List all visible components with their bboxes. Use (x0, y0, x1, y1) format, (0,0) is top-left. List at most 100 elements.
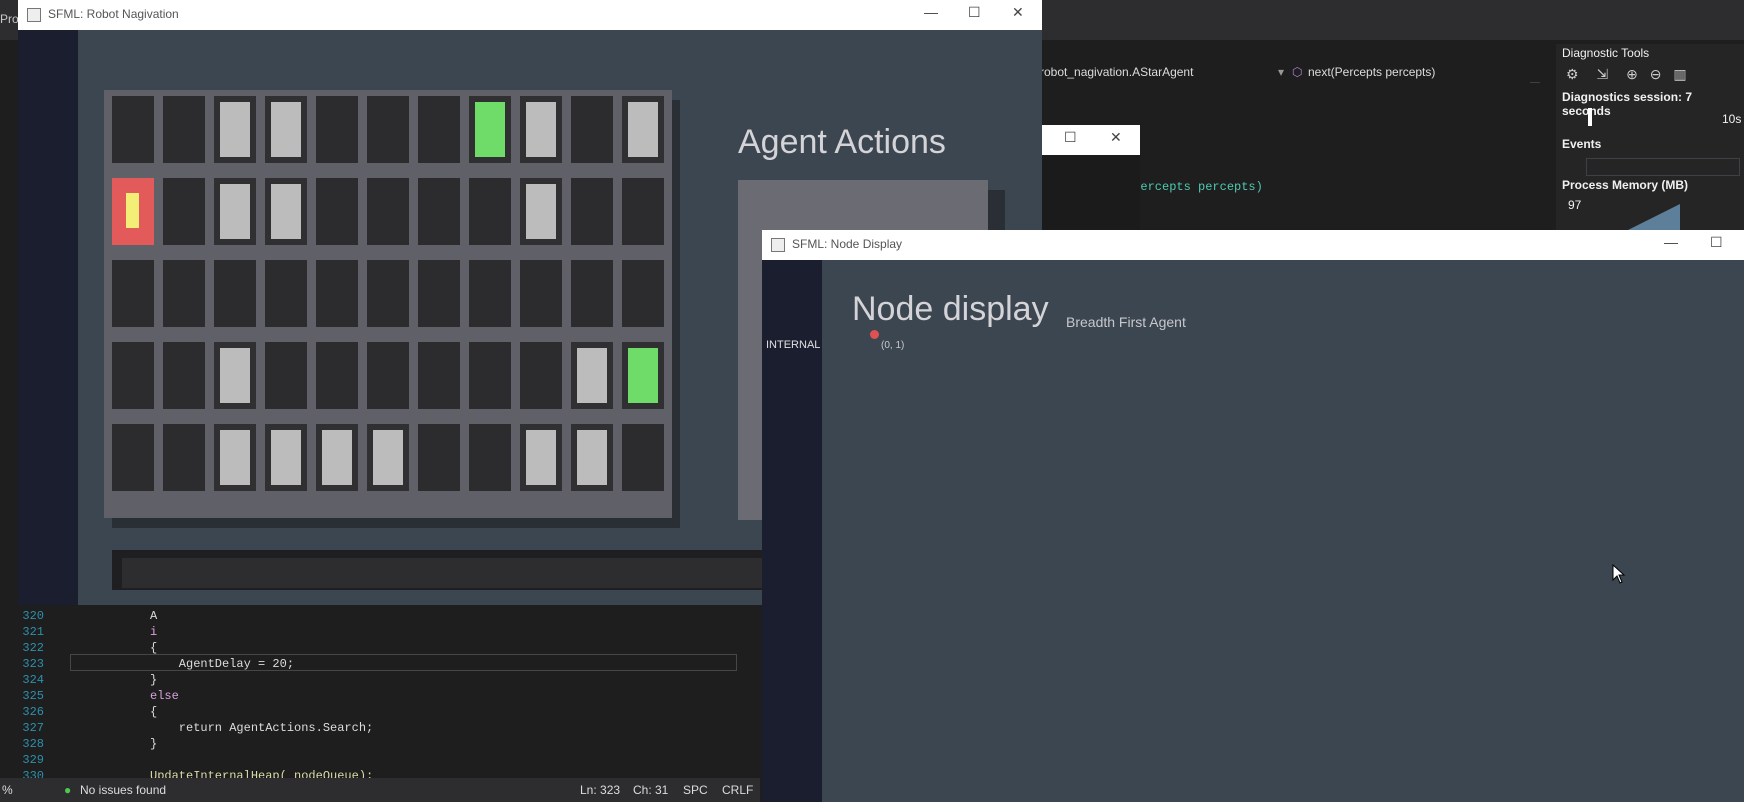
vs-line-gutter (0, 40, 20, 600)
zoom-in-icon[interactable]: ⊕ (1626, 66, 1638, 82)
grid-cell-agent (112, 178, 154, 245)
line-number: 328 (22, 737, 44, 751)
memory-label: Process Memory (MB) (1562, 178, 1689, 192)
grid-cell-empty (214, 260, 256, 327)
timeline-marker[interactable] (1588, 108, 1592, 126)
grid-cell-empty (367, 342, 409, 409)
window-title: SFML: Node Display (792, 237, 903, 251)
node-marker (870, 330, 879, 339)
col-indicator[interactable]: Ch: 31 (633, 783, 668, 797)
code-editor[interactable]: 320 A 321 i 322 { 323 AgentDelay = 20; 3… (0, 605, 760, 785)
grid-cell-empty (367, 260, 409, 327)
line-number: 327 (22, 721, 44, 735)
mouse-cursor-icon (1612, 564, 1626, 584)
background-window-title-bar: ☐ ✕ (1040, 125, 1140, 155)
grid-cell-empty (418, 260, 460, 327)
code-line: return AgentActions.Search; (150, 721, 374, 735)
grid-cell-wall (214, 424, 256, 491)
grid-cell-empty (316, 260, 358, 327)
close-icon[interactable]: ✕ (1012, 4, 1024, 21)
node-display-window: SFML: Node Display — ☐ INTERNAL Node dis… (762, 230, 1744, 802)
line-number: 320 (22, 609, 44, 623)
code-line: else (150, 689, 179, 703)
code-line: { (150, 641, 158, 655)
gear-icon[interactable]: ⚙ (1566, 66, 1579, 82)
line-number: 321 (22, 625, 44, 639)
grid-cell-wall (520, 96, 562, 163)
grid-cell-wall (214, 178, 256, 245)
grid-cell-goal (469, 96, 511, 163)
line-number: 324 (22, 673, 44, 687)
zoom-level[interactable]: % (2, 783, 13, 797)
grid-cell-empty (622, 260, 664, 327)
grid-cell-wall (316, 424, 358, 491)
code-line: { (150, 705, 158, 719)
grid-cell-empty (163, 342, 205, 409)
grid-cell-wall (520, 424, 562, 491)
grid-cell-empty (469, 178, 511, 245)
grid-cell-empty (418, 96, 460, 163)
grid-cell-empty (622, 424, 664, 491)
node-side-panel: INTERNAL (762, 260, 822, 802)
grid-cell-wall (571, 342, 613, 409)
method-icon: ⬡ (1292, 65, 1303, 79)
diagnostic-tools-panel: Diagnostic Tools ⚙ ⇲ ⊕ ⊖ ▥ Diagnostics s… (1556, 44, 1744, 234)
line-indicator[interactable]: Ln: 323 (580, 783, 620, 797)
grid-cell-empty (571, 178, 613, 245)
maximize-icon[interactable]: ☐ (968, 4, 981, 21)
line-number: 325 (22, 689, 44, 703)
code-line: } (150, 673, 158, 687)
export-icon[interactable]: ⇲ (1596, 66, 1608, 82)
grid-cell-empty (367, 96, 409, 163)
zoom-out-icon[interactable]: ⊖ (1650, 66, 1662, 82)
grid-cell-empty (367, 178, 409, 245)
editor-status-bar: % ● No issues found Ln: 323 Ch: 31 SPC C… (0, 778, 760, 802)
maximize-icon[interactable]: ☐ (1064, 129, 1077, 146)
minimize-icon[interactable]: — (1664, 234, 1678, 250)
whitespace-indicator[interactable]: SPC (683, 783, 708, 797)
robot-side-panel (18, 30, 78, 605)
grid-cell-wall (571, 424, 613, 491)
line-number: 323 (22, 657, 44, 671)
memory-value: 97 (1568, 198, 1582, 212)
grid-cell-empty (112, 342, 154, 409)
grid-cell-empty (622, 178, 664, 245)
grid-cell-empty (163, 96, 205, 163)
grid-cell-empty (418, 342, 460, 409)
chart-icon[interactable]: ▥ (1673, 66, 1686, 82)
grid-cell-empty (469, 260, 511, 327)
grid-cell-empty (112, 260, 154, 327)
agent-name: Breadth First Agent (1066, 314, 1186, 330)
grid-cell-empty (163, 178, 205, 245)
grid-cell-empty (571, 260, 613, 327)
window-icon (27, 8, 41, 22)
grid-cell-empty (418, 424, 460, 491)
grid-cell-wall (265, 96, 307, 163)
node-display-heading: Node display (852, 290, 1049, 328)
timeline-end: 10s (1722, 112, 1742, 126)
node-coordinate-label: (0, 1) (881, 340, 905, 351)
grid-cell-wall (265, 178, 307, 245)
code-line: } (150, 737, 158, 751)
grid-cell-empty (469, 342, 511, 409)
scope-dropdown[interactable]: robot_nagivation.AStarAgent (1040, 64, 1193, 80)
window-title-bar: SFML: Robot Nagivation — ☐ ✕ (18, 0, 1042, 30)
line-ending-indicator[interactable]: CRLF (722, 783, 753, 797)
member-dropdown[interactable]: next(Percepts percepts) (1308, 64, 1435, 80)
grid-cell-wall (214, 96, 256, 163)
grid-cell-wall (214, 342, 256, 409)
grid-cell-wall (367, 424, 409, 491)
line-number: 326 (22, 705, 44, 719)
close-icon[interactable]: ✕ (1110, 129, 1122, 146)
panel-title: Diagnostic Tools (1562, 46, 1650, 60)
toolbar-icons[interactable]: ⚙ ⇲ ⊕ ⊖ ▥ (1566, 66, 1687, 83)
grid-cell-wall (520, 178, 562, 245)
agent-actions-title: Agent Actions (738, 123, 946, 161)
minimize-icon[interactable]: — (924, 4, 938, 20)
line-number: 322 (22, 641, 44, 655)
internal-label: INTERNAL (766, 339, 821, 351)
issues-status[interactable]: No issues found (80, 783, 166, 797)
grid-cell-goal (622, 342, 664, 409)
maximize-icon[interactable]: ☐ (1710, 234, 1723, 251)
chevron-down-icon[interactable]: ▾ (1278, 64, 1284, 80)
